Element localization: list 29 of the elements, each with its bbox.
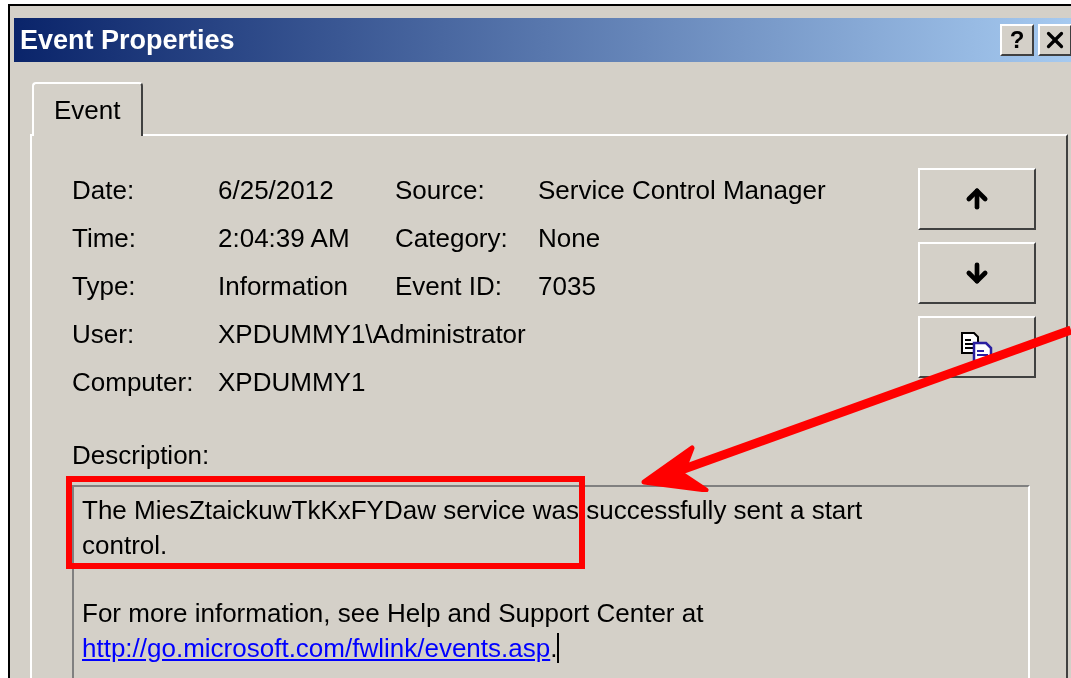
field-value: 7035 xyxy=(538,269,596,303)
description-label: Description: xyxy=(72,440,211,470)
field-value: Information xyxy=(218,269,350,303)
tab[interactable]: Event xyxy=(32,82,143,136)
field-label: User: xyxy=(72,317,136,351)
help-button[interactable]: ? xyxy=(1000,24,1034,56)
text-cursor xyxy=(557,633,560,663)
close-button[interactable] xyxy=(1038,24,1071,56)
link-period: . xyxy=(550,632,558,665)
field-label: Source: xyxy=(395,173,486,207)
field-value: None xyxy=(538,221,601,255)
field-label: Category: xyxy=(395,221,509,255)
field-value: XPDUMMY1 xyxy=(218,365,366,399)
previous-button[interactable] xyxy=(918,168,1036,230)
field-label: Date: xyxy=(72,173,136,207)
field-label: Type: xyxy=(72,269,137,303)
help-link[interactable]: http://go.microsoft.com/fwlink/events.asp xyxy=(82,631,551,666)
window-title: Event Properties xyxy=(20,23,235,57)
field-value: XPDUMMY1\Administrator xyxy=(218,317,526,351)
field-value: 2:04:39 AM xyxy=(218,221,351,255)
copy-icon xyxy=(960,331,994,363)
field-label: Computer: xyxy=(72,365,195,399)
field-value: 6/25/2012 xyxy=(218,173,335,207)
field-value: Service Control Manager xyxy=(538,173,826,207)
description-text: The MiesZtaickuwTkKxFYDaw service was successfully sent a start control. xyxy=(82,494,864,562)
field-label: Event ID: xyxy=(395,269,503,303)
field-label: Time: xyxy=(72,221,138,255)
more-info-text: For more information, see Help and Support Center at xyxy=(82,597,705,630)
next-button[interactable] xyxy=(918,242,1036,304)
